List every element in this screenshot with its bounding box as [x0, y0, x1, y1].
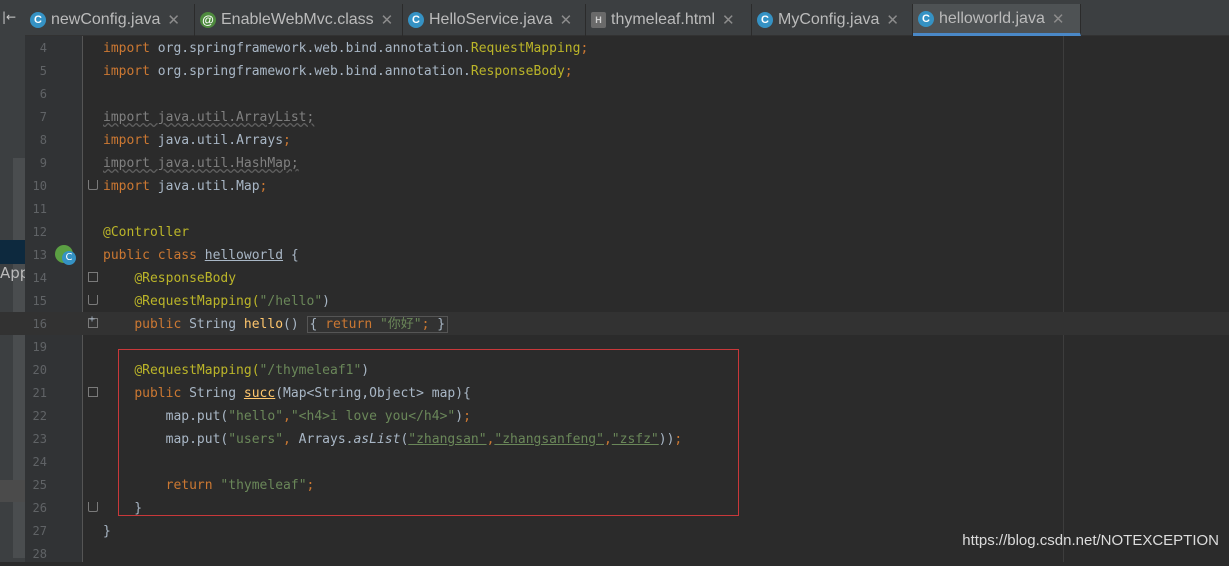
- tab-label: helloworld.java: [939, 9, 1045, 27]
- line-number: 12: [32, 225, 47, 239]
- code-line-7[interactable]: import java.util.ArrayList;: [103, 106, 314, 129]
- tab-label: EnableWebMvc.class: [221, 11, 374, 28]
- line-number: 13: [32, 248, 47, 262]
- close-icon[interactable]: ✕: [167, 11, 180, 29]
- line-number: 26: [32, 501, 47, 515]
- expand-icon[interactable]: [88, 314, 98, 328]
- selected-item: [0, 240, 25, 264]
- line-number: 10: [32, 179, 47, 193]
- tool-window-strip: |← App: [0, 0, 29, 562]
- line-number: 21: [32, 386, 47, 400]
- tab-thymeleaf-html[interactable]: H thymeleaf.html ✕: [586, 4, 752, 36]
- code-line-9[interactable]: import java.util.HashMap;: [103, 152, 299, 175]
- code-line-12[interactable]: @Controller: [103, 221, 189, 244]
- tab-myconfig[interactable]: C MyConfig.java ✕: [752, 4, 913, 36]
- tab-label: thymeleaf.html: [611, 11, 716, 28]
- line-number: 22: [32, 409, 47, 423]
- fold-icon[interactable]: [88, 272, 98, 282]
- line-number: 20: [32, 363, 47, 377]
- tab-helloservice[interactable]: C HelloService.java ✕: [403, 4, 586, 36]
- watermark: https://blog.csdn.net/NOTEXCEPTION: [962, 532, 1219, 549]
- fold-end-icon[interactable]: [88, 502, 98, 512]
- annotation-icon: @: [200, 12, 216, 28]
- highlight-box: [118, 349, 739, 516]
- tab-enablewebmvc[interactable]: @ EnableWebMvc.class ✕: [195, 4, 403, 36]
- panel-highlight: [0, 480, 25, 502]
- line-number: 5: [39, 64, 47, 78]
- editor-tab-bar: C newConfig.java ✕ @ EnableWebMvc.class …: [25, 0, 1229, 36]
- class-icon: C: [62, 251, 76, 265]
- close-icon[interactable]: ✕: [381, 11, 394, 29]
- tab-label: MyConfig.java: [778, 11, 880, 28]
- right-margin-guide: [1063, 36, 1064, 562]
- code-line-13[interactable]: public class helloworld {: [103, 244, 299, 267]
- line-number: 23: [32, 432, 47, 446]
- code-line-15[interactable]: @RequestMapping("/hello"): [103, 290, 330, 313]
- close-icon[interactable]: ✕: [1052, 10, 1065, 28]
- line-number: 28: [32, 547, 47, 561]
- line-number: 27: [32, 524, 47, 538]
- close-icon[interactable]: ✕: [886, 11, 899, 29]
- tab-newconfig[interactable]: C newConfig.java ✕: [25, 4, 195, 36]
- line-number: 14: [32, 271, 47, 285]
- collapse-panel-button[interactable]: |←: [0, 0, 25, 34]
- fold-end-icon[interactable]: [88, 295, 98, 305]
- class-icon: C: [30, 12, 46, 28]
- fold-icon[interactable]: [88, 387, 98, 397]
- class-icon: C: [757, 12, 773, 28]
- class-icon: C: [408, 12, 424, 28]
- code-line-4[interactable]: import org.springframework.web.bind.anno…: [103, 37, 588, 60]
- line-number: 19: [32, 340, 47, 354]
- tab-label: HelloService.java: [429, 11, 553, 28]
- class-icon: C: [918, 10, 934, 27]
- close-icon[interactable]: ✕: [560, 11, 573, 29]
- close-icon[interactable]: ✕: [722, 11, 735, 29]
- line-number: 25: [32, 478, 47, 492]
- code-line-10[interactable]: import java.util.Map;: [103, 175, 267, 198]
- code-line-14[interactable]: @ResponseBody: [103, 267, 236, 290]
- fold-end-icon[interactable]: [88, 180, 98, 190]
- line-number: 15: [32, 294, 47, 308]
- tab-label: newConfig.java: [51, 11, 161, 28]
- code-line-16[interactable]: public String hello() { return "你好"; }: [103, 313, 449, 336]
- line-number: 8: [39, 133, 47, 147]
- code-line-8[interactable]: import java.util.Arrays;: [103, 129, 291, 152]
- code-line-27[interactable]: }: [103, 520, 111, 543]
- html-file-icon: H: [591, 12, 606, 28]
- line-number: 6: [39, 87, 47, 101]
- gutter-separator: [82, 36, 83, 562]
- line-number: 7: [39, 110, 47, 124]
- line-number: 9: [39, 156, 47, 170]
- tab-helloworld[interactable]: C helloworld.java ✕: [913, 4, 1081, 36]
- code-line-5[interactable]: import org.springframework.web.bind.anno…: [103, 60, 573, 83]
- line-number: 11: [32, 202, 47, 216]
- line-number: 16: [32, 317, 47, 331]
- line-number: 24: [32, 455, 47, 469]
- line-number: 4: [39, 41, 47, 55]
